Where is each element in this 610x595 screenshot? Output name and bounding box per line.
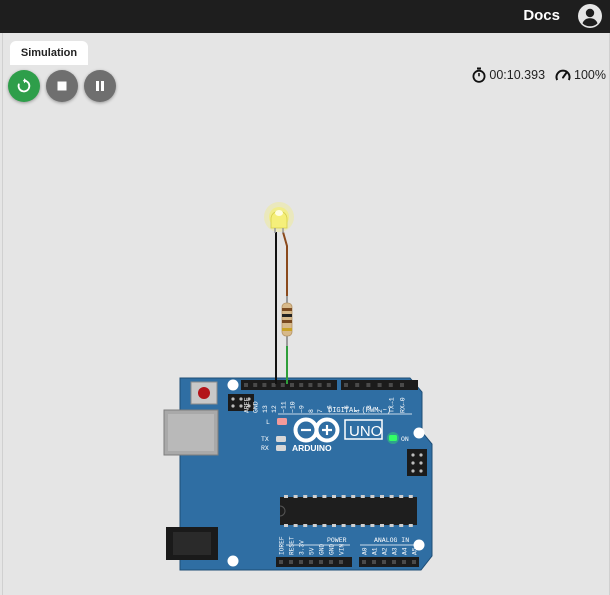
resistor[interactable] bbox=[281, 296, 293, 346]
arduino-uno-board[interactable]: AREF GND 13 12 ~11 ~10 ~9 8 7 ~6 ~5 4 ~3 2 TX→1 RX←0 DI… bbox=[163, 377, 433, 571]
digital-pin-label: 8 bbox=[308, 409, 315, 413]
power-pin-label: RESET bbox=[289, 536, 296, 555]
arduino-brand-text: ARDUINO bbox=[292, 443, 332, 453]
digital-pin-label: GND bbox=[253, 401, 260, 413]
analog-pin-label: A4 bbox=[402, 547, 409, 555]
analog-pin-label: A1 bbox=[372, 547, 379, 555]
digital-pin-label: ~10 bbox=[290, 401, 297, 413]
digital-pin-label: 13 bbox=[262, 405, 269, 413]
rx-label: RX bbox=[261, 445, 269, 452]
power-pin-label: 5V bbox=[309, 547, 316, 555]
on-label: ON bbox=[401, 436, 409, 443]
analog-header[interactable] bbox=[359, 557, 419, 567]
analog-pin-label: A0 bbox=[362, 547, 369, 555]
led[interactable] bbox=[264, 202, 294, 233]
rx-led bbox=[276, 445, 286, 451]
digital-header[interactable] bbox=[241, 380, 418, 390]
power-pin-label: 3.3V bbox=[299, 540, 306, 555]
wire-anode[interactable] bbox=[282, 231, 288, 300]
digital-pin-label: ~11 bbox=[280, 401, 287, 413]
power-jack bbox=[166, 527, 218, 560]
reset-button[interactable] bbox=[190, 381, 218, 405]
digital-pin-label: 12 bbox=[271, 405, 278, 413]
power-header[interactable] bbox=[276, 557, 352, 567]
atmega-chip bbox=[279, 495, 417, 527]
icsp-header-right bbox=[407, 449, 427, 476]
uno-label: UNO bbox=[349, 423, 382, 440]
usb-port bbox=[163, 409, 219, 456]
l-led bbox=[277, 418, 287, 425]
analog-pin-label: A2 bbox=[382, 547, 389, 555]
power-on-led bbox=[389, 435, 397, 441]
analog-pin-label: A5 bbox=[412, 547, 419, 555]
power-label: POWER bbox=[327, 537, 347, 544]
digital-pin-label: AREF bbox=[244, 397, 251, 413]
digital-pin-label: RX←0 bbox=[400, 397, 407, 413]
digital-pin-label: 7 bbox=[317, 409, 324, 413]
power-pin-label: IOREF bbox=[279, 536, 286, 555]
analog-pin-label: A3 bbox=[392, 547, 399, 555]
circuit-diagram: AREF GND 13 12 ~11 ~10 ~9 8 7 ~6 ~5 4 ~3 2 TX→1 RX←0 DI… bbox=[163, 202, 433, 571]
tx-label: TX bbox=[261, 436, 269, 443]
tx-led bbox=[276, 436, 286, 442]
digital-pin-label: ~9 bbox=[299, 405, 306, 413]
analog-label: ANALOG IN bbox=[374, 537, 409, 544]
l-led-label: L bbox=[266, 419, 270, 426]
